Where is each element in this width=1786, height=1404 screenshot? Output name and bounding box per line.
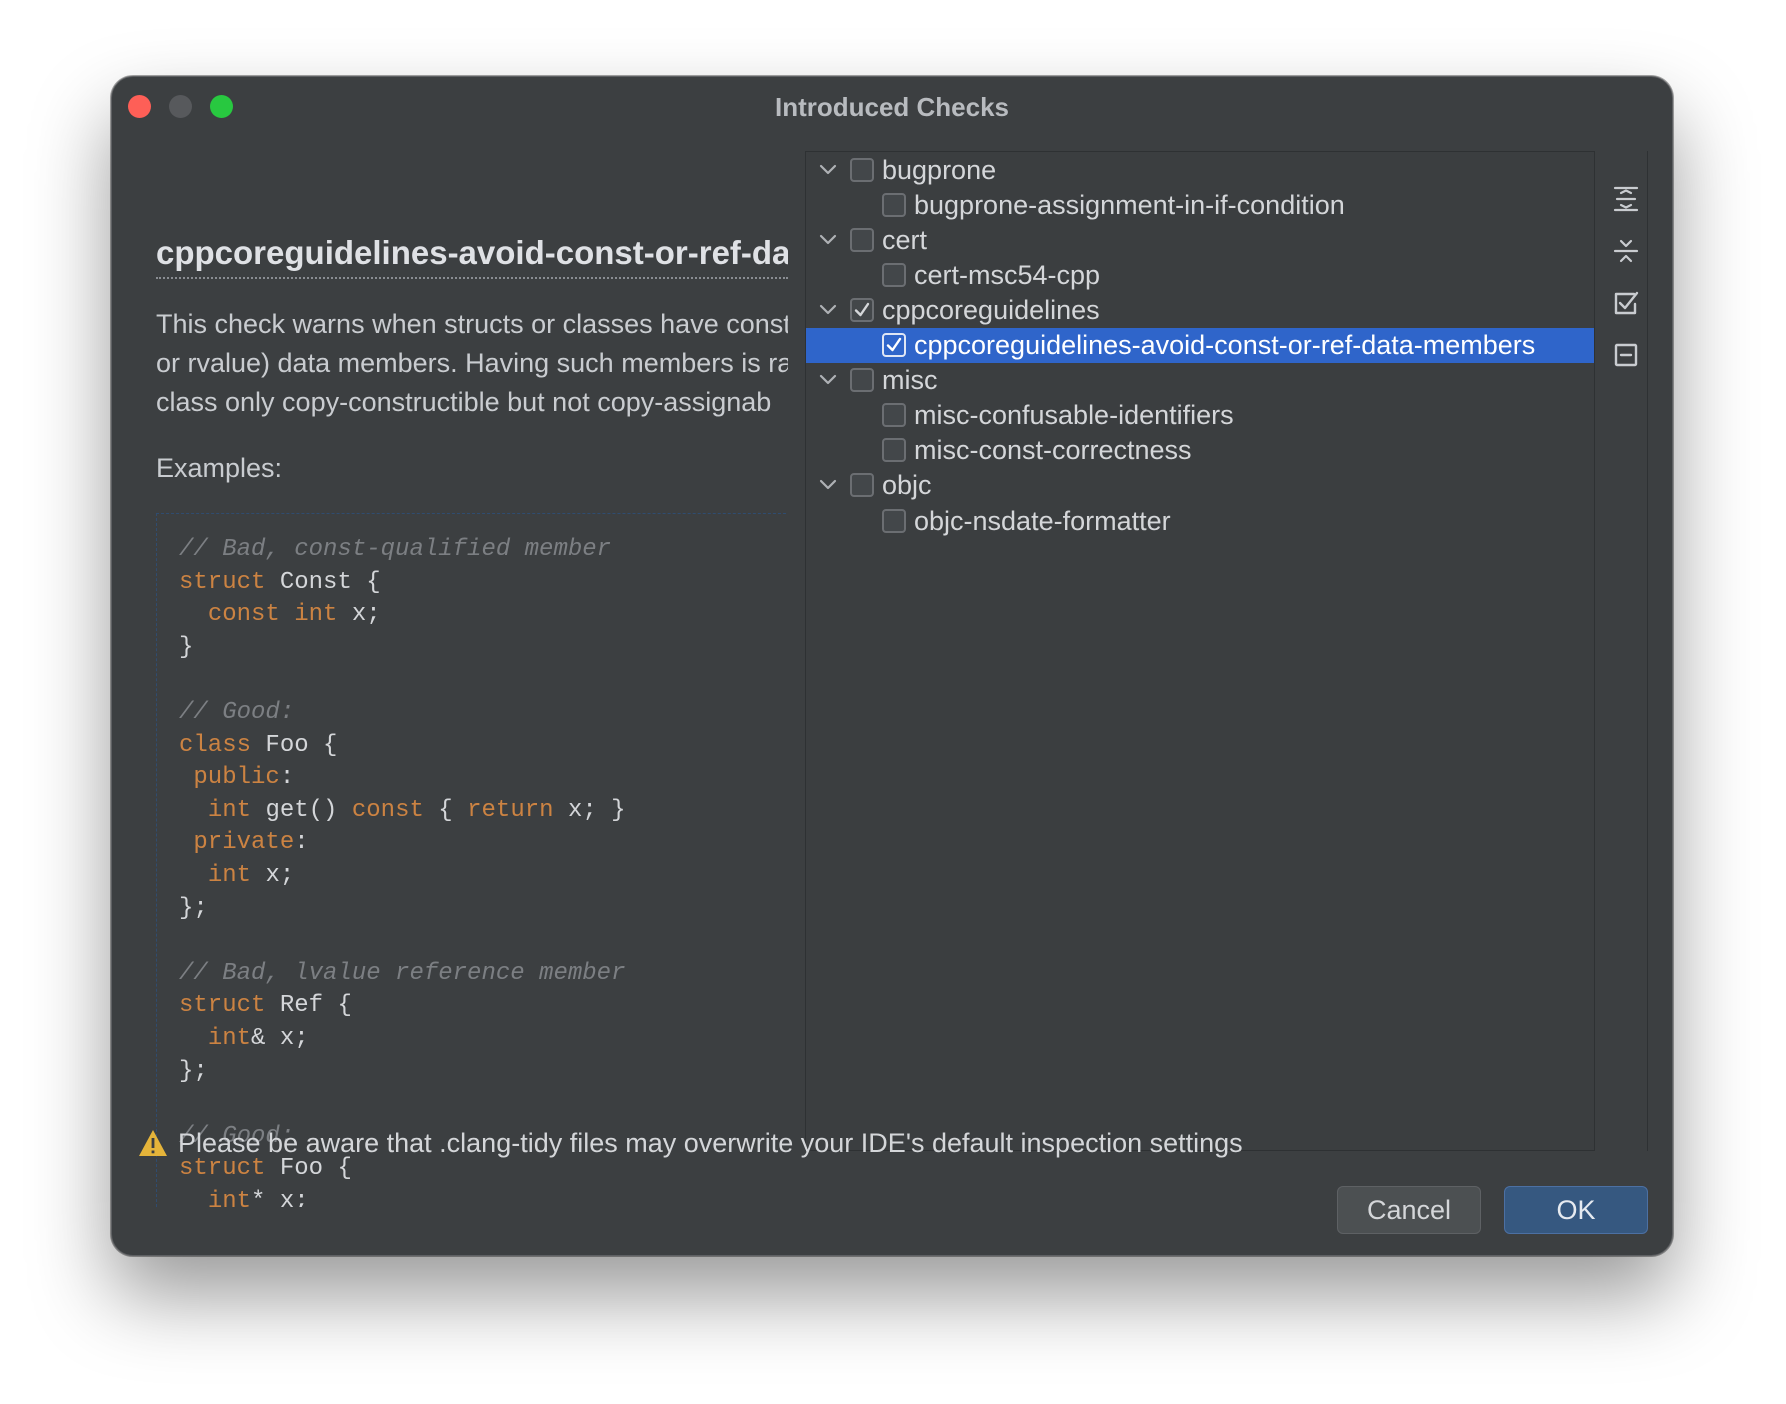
collapse-all-button[interactable] xyxy=(1610,235,1642,267)
expand-all-icon xyxy=(1613,186,1639,212)
description-line: This check warns when structs or classes… xyxy=(156,309,788,339)
code-line: int get() const { return x; } xyxy=(207,796,626,824)
tree-row-label: misc xyxy=(882,365,938,396)
uncheck-all-icon xyxy=(1614,343,1638,367)
code-line: class Foo { xyxy=(179,731,338,759)
group-checkbox[interactable] xyxy=(850,473,874,498)
check-checkbox[interactable] xyxy=(882,192,906,217)
tree-check-row[interactable]: objc-nsdate-formatter xyxy=(806,503,1594,538)
code-line: public: xyxy=(193,764,295,792)
check-all-button[interactable] xyxy=(1610,287,1642,319)
group-checkbox[interactable] xyxy=(850,227,874,252)
tree-row-label: objc xyxy=(882,470,932,501)
chevron-down-icon[interactable] xyxy=(818,160,838,180)
checkmark-icon xyxy=(886,337,902,352)
code-line: }; xyxy=(179,894,208,922)
uncheck-all-button[interactable] xyxy=(1610,339,1642,371)
check-checkbox[interactable] xyxy=(882,438,906,463)
checkmark-icon xyxy=(854,302,870,317)
tree-check-row[interactable]: cert-msc54-cpp xyxy=(806,257,1594,292)
collapse-all-icon xyxy=(1613,239,1639,263)
chevron-down-icon[interactable] xyxy=(818,230,838,250)
tree-check-row[interactable]: bugprone-assignment-in-if-condition xyxy=(806,187,1594,222)
examples-label: Examples: xyxy=(156,453,283,483)
check-checkbox[interactable] xyxy=(882,403,906,428)
warning-message: Please be aware that .clang-tidy files m… xyxy=(138,1123,1243,1163)
group-checkbox[interactable] xyxy=(850,297,874,322)
code-line: // Good: xyxy=(179,698,295,726)
introduced-checks-dialog: Introduced Checks cppcoreguidelines-avoi… xyxy=(111,76,1673,1256)
chevron-down-icon[interactable] xyxy=(818,475,838,495)
warning-text: Please be aware that .clang-tidy files m… xyxy=(178,1127,1243,1158)
check-description-text: This check warns when structs or classes… xyxy=(156,305,788,422)
check-all-icon xyxy=(1614,291,1639,315)
code-line: // Bad, lvalue reference member xyxy=(179,959,626,987)
ok-button[interactable]: OK xyxy=(1504,1186,1648,1234)
code-line: int* x; xyxy=(207,1187,309,1207)
code-line: // Bad, const-qualified member xyxy=(179,536,612,563)
code-line: struct Ref { xyxy=(179,992,352,1020)
tree-row-label: misc-confusable-identifiers xyxy=(914,400,1234,431)
check-checkbox[interactable] xyxy=(882,333,906,358)
check-checkbox[interactable] xyxy=(882,508,906,533)
cancel-button[interactable]: Cancel xyxy=(1337,1186,1481,1234)
code-line: int x; xyxy=(207,861,295,889)
code-line: }; xyxy=(179,1057,208,1085)
warning-icon xyxy=(139,1130,167,1156)
expand-all-button[interactable] xyxy=(1610,183,1642,215)
code-line: struct Const { xyxy=(179,568,381,596)
tree-check-row[interactable]: misc-confusable-identifiers xyxy=(806,398,1594,433)
tree-group-row[interactable]: misc xyxy=(806,363,1594,398)
code-line: const int x; xyxy=(207,601,381,629)
tree-row-label: misc-const-correctness xyxy=(914,435,1192,466)
heading-underline xyxy=(156,277,788,279)
tree-row-label: cppcoreguidelines xyxy=(882,294,1100,325)
check-name-heading: cppcoreguidelines-avoid-const-or-ref-dat… xyxy=(156,234,788,271)
tree-toolbar xyxy=(1604,151,1648,1151)
tree-row-label: cppcoreguidelines-avoid-const-or-ref-dat… xyxy=(914,330,1536,361)
tree-group-row[interactable]: bugprone xyxy=(806,152,1594,187)
description-line: class only copy-constructible but not co… xyxy=(156,387,772,417)
dialog-title: Introduced Checks xyxy=(774,92,1010,122)
tree-row-label: cert xyxy=(882,224,928,255)
tree-group-row[interactable]: cppcoreguidelines xyxy=(806,292,1594,327)
code-line: } xyxy=(179,633,194,661)
group-checkbox[interactable] xyxy=(850,368,874,393)
tree-group-row[interactable]: cert xyxy=(806,222,1594,257)
tree-row-label: bugprone-assignment-in-if-condition xyxy=(914,189,1345,220)
tree-check-row[interactable]: cppcoreguidelines-avoid-const-or-ref-dat… xyxy=(806,327,1594,363)
code-line: private: xyxy=(193,829,309,857)
check-checkbox[interactable] xyxy=(882,262,906,287)
group-checkbox[interactable] xyxy=(850,157,874,182)
checks-tree: bugprone bugprone-assignment-in-if-condit… xyxy=(805,151,1595,1151)
tree-group-row[interactable]: objc xyxy=(806,468,1594,503)
code-line: int& x; xyxy=(207,1024,309,1052)
chevron-down-icon[interactable] xyxy=(818,370,838,390)
tree-row-label: cert-msc54-cpp xyxy=(914,259,1101,290)
chevron-down-icon[interactable] xyxy=(818,300,838,320)
code-example: // Bad, const-qualified member struct Con… xyxy=(157,514,788,1207)
check-description-pane: cppcoreguidelines-avoid-const-or-ref-da t… xyxy=(156,151,788,1207)
tree-check-row[interactable]: misc-const-correctness xyxy=(806,433,1594,468)
description-line: or rvalue) data members. Having such mem… xyxy=(156,348,788,378)
tree-row-label: objc-nsdate-formatter xyxy=(914,505,1171,536)
code-example-block: // Bad, const-qualified member struct Con… xyxy=(156,513,788,1207)
